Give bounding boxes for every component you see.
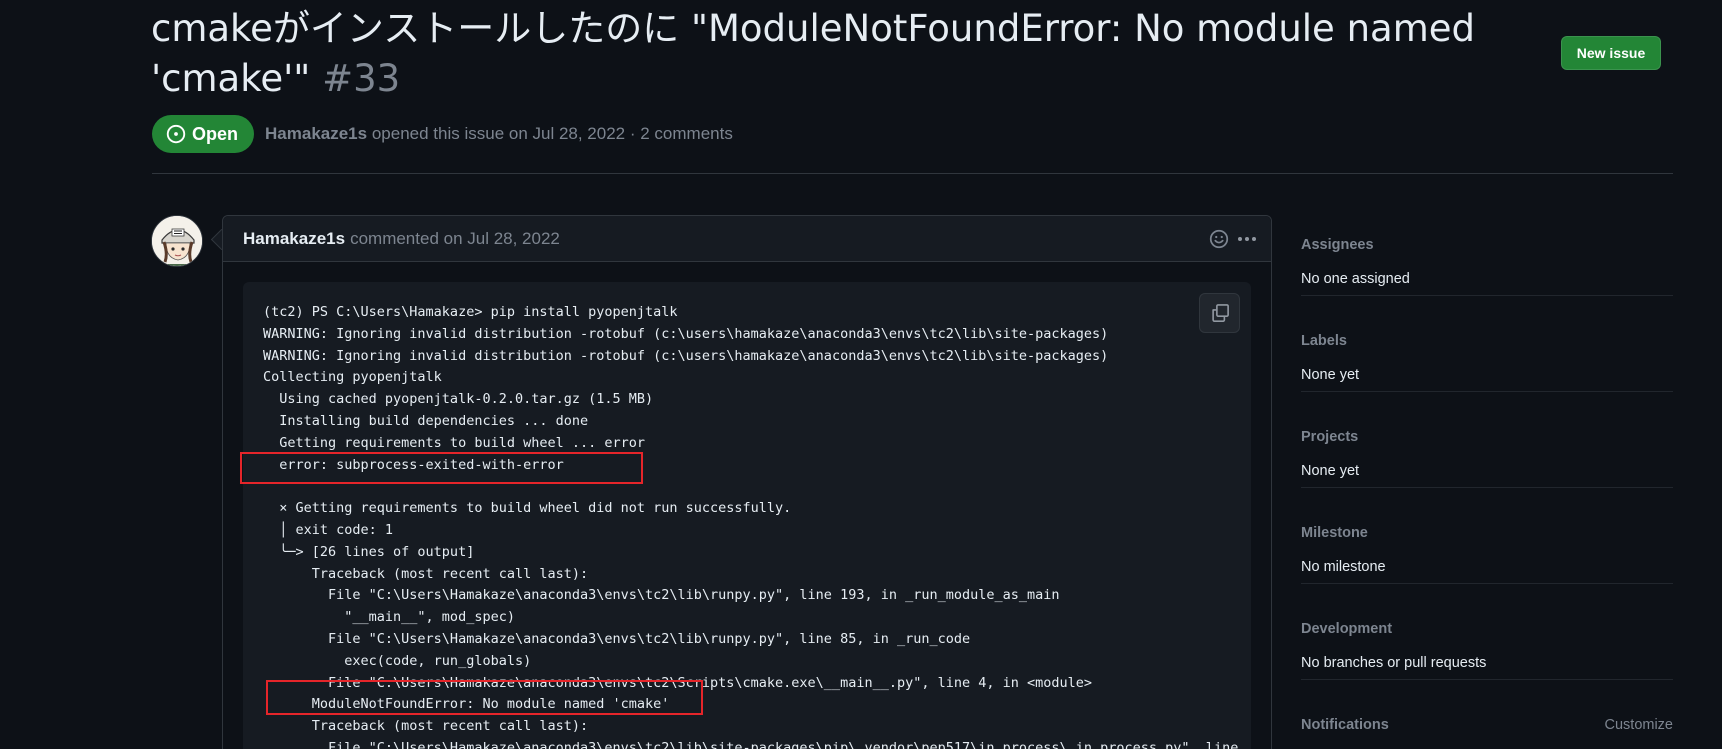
copy-code-button[interactable]	[1199, 293, 1240, 333]
sidebar-heading[interactable]: Milestone	[1301, 525, 1368, 541]
sidebar-heading[interactable]: Labels	[1301, 333, 1347, 349]
annotation-box-module-not-found	[266, 680, 703, 715]
sidebar-value: No milestone	[1301, 559, 1386, 575]
code-line: Traceback (most recent call last):	[263, 565, 589, 582]
sidebar-heading[interactable]: Assignees	[1301, 237, 1374, 253]
code-line: "__main__", mod_spec)	[263, 609, 515, 626]
code-line: (tc2) PS C:\Users\Hamakaze> pip install …	[263, 304, 678, 320]
sidebar-value: No branches or pull requests	[1301, 655, 1487, 671]
sidebar-heading[interactable]: Development	[1301, 621, 1392, 637]
issue-number: #33	[322, 57, 401, 100]
sidebar-heading[interactable]: Projects	[1301, 429, 1358, 445]
sidebar-value: None yet	[1301, 367, 1360, 383]
issue-page: cmakeがインストールしたのに "ModuleNotFoundError: N…	[0, 0, 1722, 749]
customize-link[interactable]: Customize	[1605, 717, 1674, 733]
issue-sidebar: Assignees No one assigned Labels None ye…	[1301, 200, 1673, 749]
comment-date[interactable]: commented on Jul 28, 2022	[350, 229, 560, 249]
code-line: ╰─> [26 lines of output]	[263, 543, 475, 560]
sidebar-notifications: Notifications Customize	[1301, 680, 1673, 749]
issue-meta: Open Hamakaze1s opened this issue on Jul…	[152, 114, 733, 154]
code-line: Traceback (most recent call last):	[263, 718, 589, 735]
sidebar-projects: Projects None yet	[1301, 392, 1673, 488]
comment-author-link[interactable]: Hamakaze1s	[243, 229, 345, 249]
annotation-box-subprocess-error	[240, 452, 643, 484]
issue-state-label: Open	[192, 123, 239, 144]
sidebar-heading-notifications: Notifications	[1301, 717, 1389, 733]
header-divider	[152, 173, 1673, 174]
smiley-icon	[1209, 229, 1229, 249]
code-line: exec(code, run_globals)	[263, 652, 532, 669]
code-line: WARNING: Ignoring invalid distribution -…	[263, 325, 1109, 342]
kebab-horizontal-icon	[1238, 237, 1256, 241]
sidebar-development: Development No branches or pull requests	[1301, 584, 1673, 680]
code-line: File "C:\Users\Hamakaze\anaconda3\envs\t…	[263, 587, 1060, 604]
code-line: WARNING: Ignoring invalid distribution -…	[263, 347, 1109, 364]
avatar[interactable]	[151, 215, 203, 267]
copy-icon	[1211, 304, 1229, 322]
issue-opened-icon	[166, 124, 186, 144]
issue-title: cmakeがインストールしたのに "ModuleNotFoundError: N…	[151, 4, 1491, 104]
sidebar-value: None yet	[1301, 463, 1360, 479]
code-line: × Getting requirements to build wheel di…	[263, 500, 792, 517]
issue-state-badge: Open	[152, 115, 255, 153]
add-reaction-button[interactable]	[1205, 225, 1233, 253]
avatar-icon	[152, 216, 202, 266]
sidebar-assignees: Assignees No one assigned	[1301, 200, 1673, 296]
comment-actions	[1205, 216, 1261, 262]
code-line: │ exit code: 1	[263, 521, 394, 538]
code-line: File "C:\Users\Hamakaze\anaconda3\envs\t…	[263, 630, 971, 647]
code-line: Installing build dependencies ... done	[263, 412, 589, 429]
sidebar-value: No one assigned	[1301, 271, 1410, 287]
comment-header: Hamakaze1s commented on Jul 28, 2022	[223, 216, 1271, 262]
code-block: (tc2) PS C:\Users\Hamakaze> pip install …	[243, 282, 1251, 749]
sidebar-milestone: Milestone No milestone	[1301, 488, 1673, 584]
issue-opened-info: Hamakaze1s opened this issue on Jul 28, …	[265, 124, 733, 144]
issue-author-link[interactable]: Hamakaze1s	[265, 124, 367, 143]
comment-options-button[interactable]	[1233, 225, 1261, 253]
code-line: Using cached pyopenjtalk-0.2.0.tar.gz (1…	[263, 391, 654, 408]
code-line: Collecting pyopenjtalk	[263, 369, 442, 386]
sidebar-labels: Labels None yet	[1301, 296, 1673, 392]
code-line: File "C:\Users\Hamakaze\anaconda3\envs\t…	[263, 739, 1239, 749]
issue-opened-text: opened this issue on Jul 28, 2022 · 2 co…	[371, 124, 733, 143]
new-issue-button[interactable]: New issue	[1561, 36, 1661, 70]
